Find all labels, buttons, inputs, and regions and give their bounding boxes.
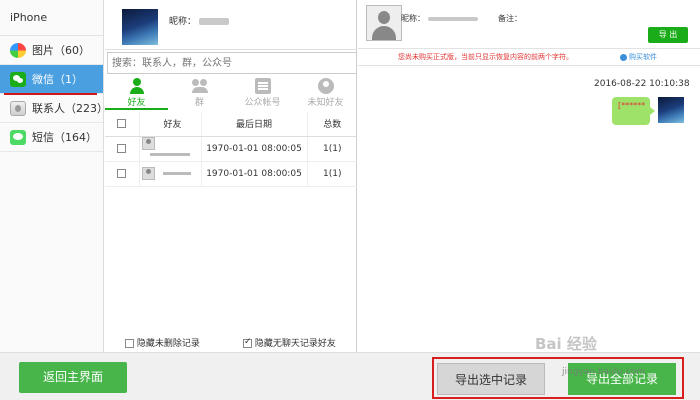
date-cell: 1970-01-01 08:00:05	[201, 161, 308, 187]
col-friend: 好友	[139, 112, 202, 137]
photos-icon	[10, 43, 26, 58]
row-checkbox-cell	[105, 136, 140, 162]
buy-label: 购买软件	[629, 53, 657, 61]
tab-label: 未知好友	[307, 98, 344, 108]
tab-label: 好友	[127, 98, 146, 108]
col-total: 总数	[307, 112, 357, 137]
sidebar-item-wechat[interactable]: 微信（1）	[0, 65, 103, 95]
nickname-label: 昵称：	[169, 17, 197, 27]
hide-deleted-option[interactable]: 隐藏未删除记录	[125, 336, 200, 349]
buy-software-link[interactable]: 购买软件	[620, 52, 657, 62]
export-selected-button[interactable]: 导出选中记录	[437, 363, 545, 395]
tab-label: 公众帐号	[244, 98, 281, 108]
account-avatar	[122, 9, 158, 45]
friend-cell	[139, 136, 202, 162]
contact-avatar	[366, 5, 402, 41]
messages-icon	[10, 130, 26, 145]
tab-official-accounts[interactable]: 公众帐号	[231, 76, 294, 110]
sender-avatar	[658, 97, 684, 123]
friends-panel: 昵称： 好友 群 公众帐号 未知好友	[105, 0, 357, 352]
group-icon	[191, 78, 208, 94]
sidebar-item-contacts[interactable]: 联系人（223）	[0, 94, 108, 123]
back-to-main-button[interactable]: 返回主界面	[19, 362, 127, 393]
blurred-friend-name	[149, 153, 190, 156]
hide-no-chat-label: 隐藏无聊天记录好友	[254, 339, 336, 349]
note-label: 备注：	[498, 14, 522, 23]
table-header-row: 好友 最后日期 总数	[105, 112, 357, 137]
tab-unknown-friends[interactable]: 未知好友	[294, 76, 357, 110]
table-row[interactable]: 1970-01-01 08:00:05 1(1)	[105, 136, 357, 162]
sidebar-item-messages[interactable]: 短信（164）	[0, 123, 103, 152]
contact-note: 备注：	[498, 13, 522, 24]
count-cell: 1(1)	[307, 161, 357, 187]
table-row[interactable]: 1970-01-01 08:00:05 1(1)	[105, 161, 357, 187]
trial-notice-bar: 您尚未购买正式版，当前只显示恢复内容的前两个字符。 购买软件	[358, 48, 700, 66]
friend-avatar	[141, 137, 155, 150]
message-timestamp: 2016-08-22 10:10:38	[594, 79, 690, 89]
nickname-label: 昵称：	[401, 14, 425, 23]
sidebar-item-photos[interactable]: 图片（60）	[0, 36, 103, 65]
cart-icon	[620, 53, 627, 61]
hide-no-chat-option[interactable]: 隐藏无聊天记录好友	[243, 336, 336, 349]
export-chat-button[interactable]: 导 出	[648, 27, 688, 43]
sidebar-item-label: 图片（60）	[32, 44, 90, 57]
official-account-icon	[254, 78, 271, 94]
hide-no-chat-checkbox[interactable]	[243, 337, 252, 348]
tab-groups[interactable]: 群	[168, 76, 231, 110]
blurred-contact-nickname	[427, 16, 478, 21]
hide-deleted-checkbox[interactable]	[125, 339, 134, 348]
tab-label: 群	[194, 98, 204, 108]
unknown-friend-icon	[317, 78, 334, 94]
chat-panel: 昵称： 备注： 导 出 您尚未购买正式版，当前只显示恢复内容的前两个字符。 购买…	[358, 0, 700, 352]
blurred-nickname	[198, 18, 229, 25]
person-icon	[129, 78, 145, 94]
hide-deleted-label: 隐藏未删除记录	[136, 339, 200, 349]
message-bubble: [******	[612, 97, 655, 125]
sidebar-item-label: 微信（1）	[32, 73, 83, 86]
select-all-checkbox[interactable]	[117, 118, 127, 128]
friend-cell	[139, 161, 202, 187]
contact-nickname: 昵称：	[401, 13, 478, 24]
search-input[interactable]	[107, 52, 357, 74]
app-window: iPhone 图片（60） 微信（1） 联系人（223） 短信（164） 昵称：	[0, 0, 700, 400]
contacts-icon	[10, 101, 26, 116]
col-last-date: 最后日期	[201, 112, 308, 137]
trial-notice: 您尚未购买正式版，当前只显示恢复内容的前两个字符。	[398, 53, 573, 61]
friend-tabs: 好友 群 公众帐号 未知好友	[105, 76, 357, 110]
export-all-button[interactable]: 导出全部记录	[568, 363, 676, 395]
blurred-friend-name	[162, 172, 191, 175]
tab-friends[interactable]: 好友	[105, 76, 168, 110]
select-all-cell	[105, 112, 140, 137]
date-cell: 1970-01-01 08:00:05	[201, 136, 308, 162]
row-checkbox[interactable]	[117, 168, 127, 178]
sidebar-item-label: 短信（164）	[32, 131, 97, 144]
friend-avatar	[141, 167, 155, 180]
device-sidebar: iPhone 图片（60） 微信（1） 联系人（223） 短信（164）	[0, 0, 108, 352]
friends-table: 好友 最后日期 总数 1970-01-01 08:00:05 1(1) 1970…	[105, 112, 357, 187]
account-profile: 昵称：	[105, 0, 356, 50]
device-name: iPhone	[0, 0, 103, 36]
account-nickname: 昵称：	[169, 14, 229, 27]
sidebar-item-label: 联系人（223）	[32, 102, 108, 115]
message-text: [******	[618, 101, 646, 110]
count-cell: 1(1)	[307, 136, 357, 162]
row-checkbox[interactable]	[117, 143, 127, 153]
footer-bar: 返回主界面 导出选中记录 导出全部记录	[0, 352, 700, 400]
wechat-icon	[10, 72, 26, 87]
row-checkbox-cell	[105, 161, 140, 187]
